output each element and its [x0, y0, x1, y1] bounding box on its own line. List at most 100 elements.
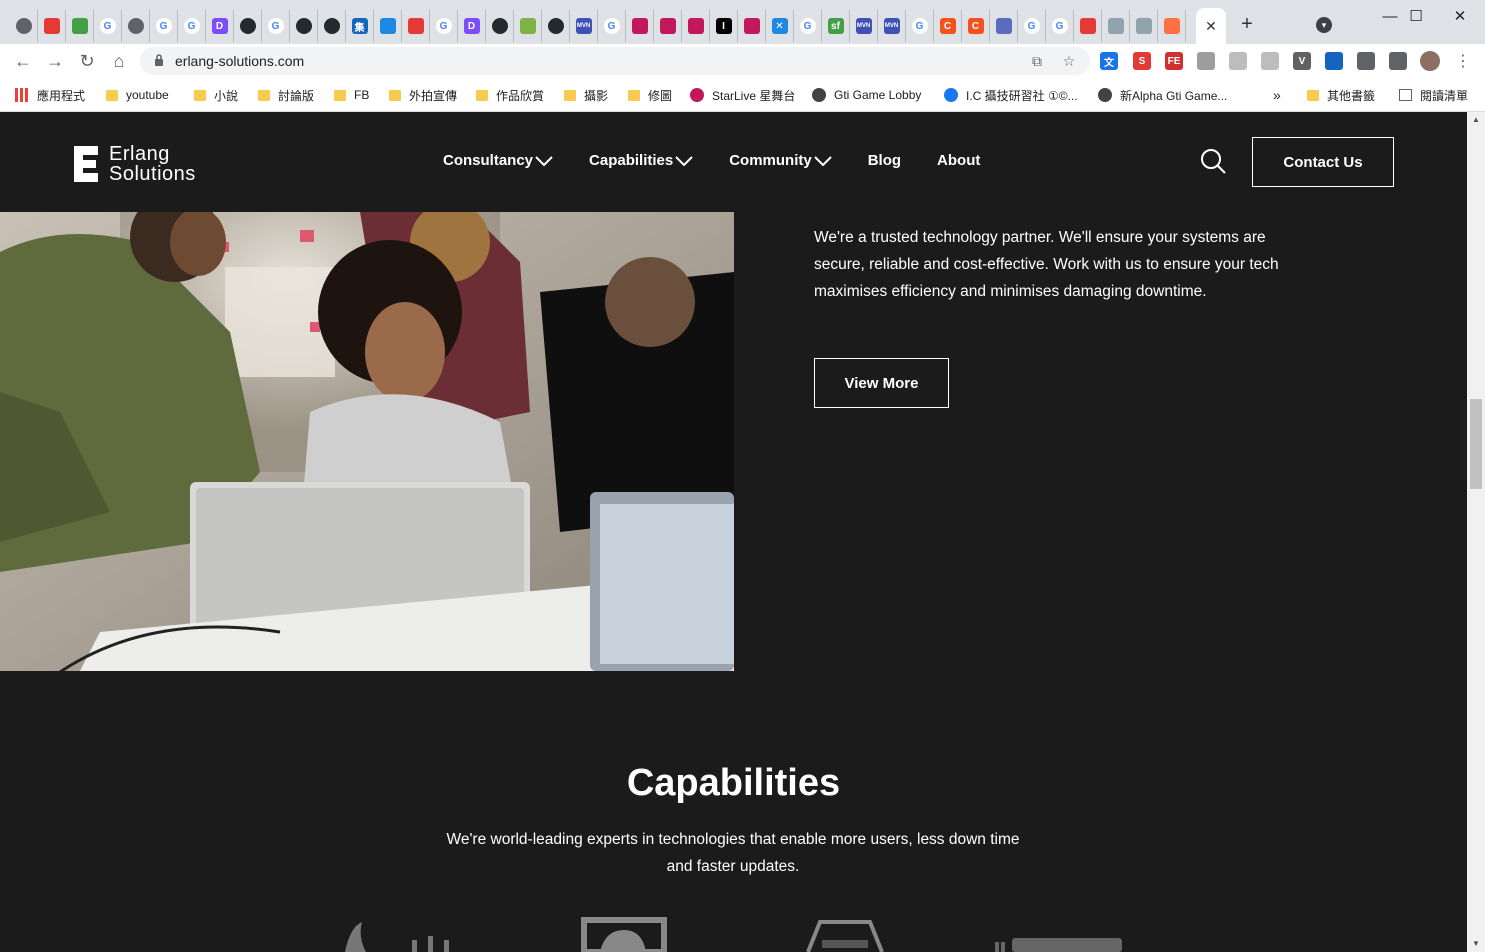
browser-tab[interactable]: G [1046, 10, 1074, 42]
browser-tab[interactable]: MVN [878, 10, 906, 42]
browser-tab[interactable] [234, 10, 262, 42]
browser-tab[interactable] [626, 10, 654, 42]
heart-pin-icon[interactable] [1325, 52, 1343, 70]
browser-tab[interactable] [1158, 10, 1186, 42]
bookmark-item[interactable]: 作品欣賞 [476, 86, 544, 104]
browser-tab[interactable] [738, 10, 766, 42]
browser-tab[interactable]: MVN [570, 10, 598, 42]
elixir-logo[interactable] [345, 922, 449, 952]
bookmark-item[interactable]: 新Alpha Gti Game... [1098, 86, 1227, 104]
menu-dots-icon[interactable]: ⋮ [1452, 50, 1474, 72]
bookmark-item[interactable]: I.C 攝技研習社 ①©... [944, 86, 1078, 104]
reload-icon[interactable]: ↻ [76, 50, 98, 72]
browser-tab[interactable] [682, 10, 710, 42]
profile-avatar[interactable] [1420, 51, 1440, 71]
browser-tab[interactable] [122, 10, 150, 42]
bookmark-item[interactable]: Gti Game Lobby [812, 86, 921, 104]
search-icon[interactable] [1199, 147, 1227, 175]
page-scrollbar[interactable]: ▲ ▼ [1467, 112, 1485, 952]
browser-tab[interactable] [290, 10, 318, 42]
rabbitmq-logo[interactable] [995, 938, 1122, 952]
cloud-icon[interactable] [1197, 52, 1215, 70]
bookmark-item[interactable]: 應用程式 [15, 86, 85, 104]
clock-ext-icon[interactable] [1261, 52, 1279, 70]
vue-icon[interactable]: V [1293, 52, 1311, 70]
maximize-button[interactable]: ☐ [1396, 6, 1436, 26]
browser-tab[interactable]: G [1018, 10, 1046, 42]
bookmark-overflow-icon[interactable]: » [1273, 86, 1281, 104]
browser-tab[interactable]: G [598, 10, 626, 42]
other-bookmarks[interactable]: 其他書籤 [1307, 86, 1375, 104]
translate-page-icon[interactable]: ⧉ [1028, 52, 1046, 70]
active-tab[interactable]: ✕ [1196, 8, 1226, 44]
playlist-icon[interactable] [1389, 52, 1407, 70]
tab-search-icon[interactable]: ▾ [1316, 17, 1332, 33]
browser-tab[interactable]: G [794, 10, 822, 42]
browser-tab[interactable] [1074, 10, 1102, 42]
close-tab-icon[interactable]: ✕ [1205, 18, 1217, 35]
bookmark-item[interactable]: StarLive 星舞台 [690, 86, 795, 104]
browser-tab[interactable]: C [934, 10, 962, 42]
browser-tab[interactable] [990, 10, 1018, 42]
scroll-thumb[interactable] [1470, 399, 1482, 489]
browser-tab[interactable] [66, 10, 94, 42]
bookmark-item[interactable]: youtube [106, 86, 169, 104]
scroll-down-icon[interactable]: ▼ [1472, 940, 1480, 948]
bookmark-star-icon[interactable]: ☆ [1060, 52, 1078, 70]
browser-tab[interactable]: G [150, 10, 178, 42]
nav-item-community[interactable]: Community [729, 152, 832, 169]
browser-tab[interactable] [374, 10, 402, 42]
browser-tab[interactable] [542, 10, 570, 42]
bookmark-item[interactable]: 修圖 [628, 86, 672, 104]
url-text[interactable]: erlang-solutions.com [175, 53, 304, 69]
forward-icon[interactable]: → [44, 50, 66, 72]
erlang-solutions-logo[interactable]: Erlang Solutions [74, 144, 196, 184]
home-icon[interactable]: ⌂ [108, 50, 130, 72]
contact-us-button[interactable]: Contact Us [1252, 137, 1394, 187]
browser-tab[interactable]: ✕ [766, 10, 794, 42]
bookmark-item[interactable]: 外拍宣傳 [389, 86, 457, 104]
browser-tab[interactable] [38, 10, 66, 42]
browser-tab[interactable] [486, 10, 514, 42]
browser-tab[interactable]: sf [822, 10, 850, 42]
bookmark-item[interactable]: 攝影 [564, 86, 608, 104]
browser-tab[interactable]: G [262, 10, 290, 42]
browser-tab[interactable] [10, 10, 38, 42]
browser-tab[interactable] [1102, 10, 1130, 42]
browser-tab[interactable] [654, 10, 682, 42]
browser-tab[interactable] [402, 10, 430, 42]
browser-tab[interactable] [514, 10, 542, 42]
bookmark-item[interactable]: FB [334, 86, 369, 104]
bookmark-item[interactable]: 小說 [194, 86, 238, 104]
emq-logo[interactable] [806, 920, 884, 952]
browser-tab[interactable]: MVN [850, 10, 878, 42]
browser-tab[interactable] [318, 10, 346, 42]
reading-list[interactable]: 閱讀清單 [1399, 86, 1468, 104]
scroll-up-icon[interactable]: ▲ [1472, 116, 1480, 124]
nav-item-blog[interactable]: Blog [868, 152, 901, 169]
nav-item-consultancy[interactable]: Consultancy [443, 152, 553, 169]
nav-item-capabilities[interactable]: Capabilities [589, 152, 693, 169]
browser-tab[interactable]: G [906, 10, 934, 42]
browser-tab[interactable]: I [710, 10, 738, 42]
grid-ext-icon[interactable] [1229, 52, 1247, 70]
close-window-button[interactable]: ✕ [1440, 6, 1480, 26]
browser-tab[interactable]: G [94, 10, 122, 42]
view-more-button[interactable]: View More [814, 358, 949, 408]
browser-tab[interactable]: G [430, 10, 458, 42]
browser-tab[interactable]: C [962, 10, 990, 42]
browser-tab[interactable] [1130, 10, 1158, 42]
s-icon[interactable]: S [1133, 52, 1151, 70]
fe-icon[interactable]: FE [1165, 52, 1183, 70]
browser-tab[interactable]: G [178, 10, 206, 42]
browser-tab[interactable]: D [458, 10, 486, 42]
address-bar[interactable]: erlang-solutions.com ⧉ ☆ [140, 47, 1090, 75]
erlang-logo[interactable] [581, 917, 667, 952]
browser-tab[interactable]: 集 [346, 10, 374, 42]
bookmark-item[interactable]: 討論版 [258, 86, 314, 104]
browser-tab[interactable]: D [206, 10, 234, 42]
puzzle-icon[interactable] [1357, 52, 1375, 70]
nav-item-about[interactable]: About [937, 152, 980, 169]
translate-icon[interactable]: 文 [1100, 52, 1118, 70]
back-icon[interactable]: ← [12, 50, 34, 72]
